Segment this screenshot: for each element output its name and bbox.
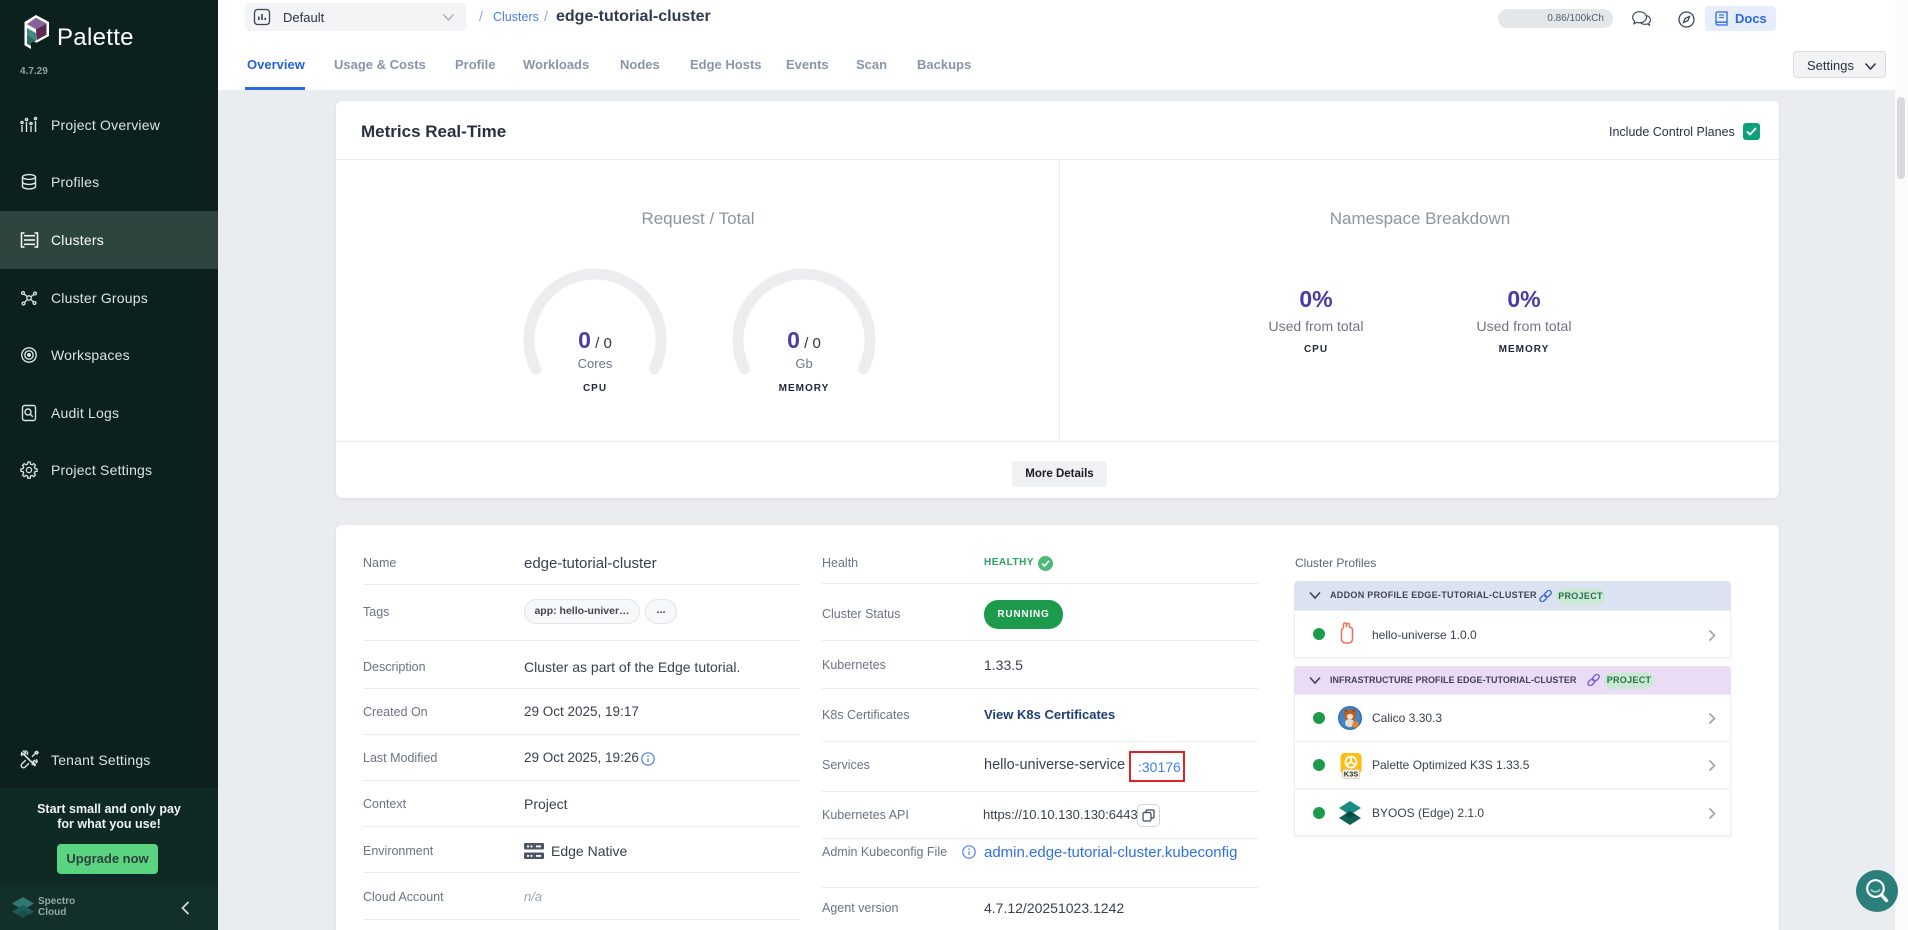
- svg-text:K3S: K3S: [1344, 770, 1359, 779]
